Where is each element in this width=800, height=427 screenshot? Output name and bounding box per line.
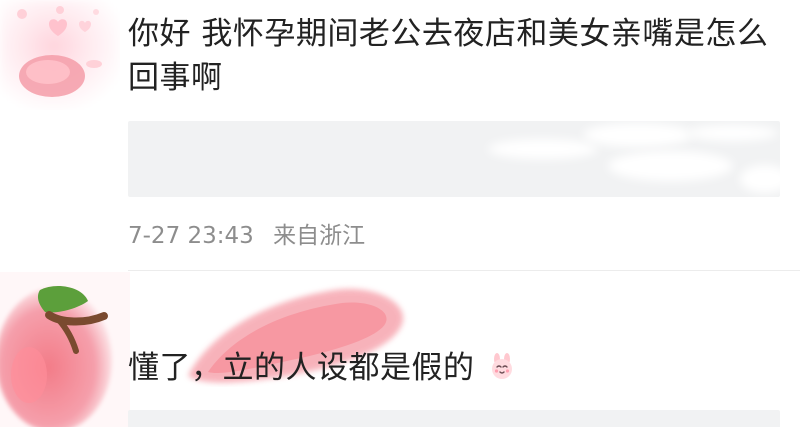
comment-text: 懂了，立的人设都是假的 [128, 346, 780, 394]
comment-time: 7-27 23:43 [128, 223, 254, 249]
comment-text: 你好 我怀孕期间老公去夜店和美女亲嘴是怎么回事啊 [128, 16, 769, 96]
avatar[interactable] [0, 272, 130, 427]
divider [128, 270, 800, 271]
reply-preview[interactable] [128, 121, 780, 197]
reply-preview[interactable] [128, 410, 780, 427]
comment-thread: 你好 我怀孕期间老公去夜店和美女亲嘴是怎么回事啊 7-27 23:43 来自浙江 [0, 0, 800, 427]
avatar[interactable] [0, 0, 120, 110]
comment-location: 来自浙江 [273, 223, 366, 249]
comment-item: 你好 我怀孕期间老公去夜店和美女亲嘴是怎么回事啊 7-27 23:43 来自浙江 [0, 0, 800, 271]
comment-text-body: 懂了，立的人设都是假的 [128, 350, 475, 386]
comment-meta: 7-27 23:43 来自浙江 [128, 221, 365, 251]
comment-item: 懂了，立的人设都是假的 [0, 272, 800, 427]
bunny-smile-icon [487, 350, 517, 394]
